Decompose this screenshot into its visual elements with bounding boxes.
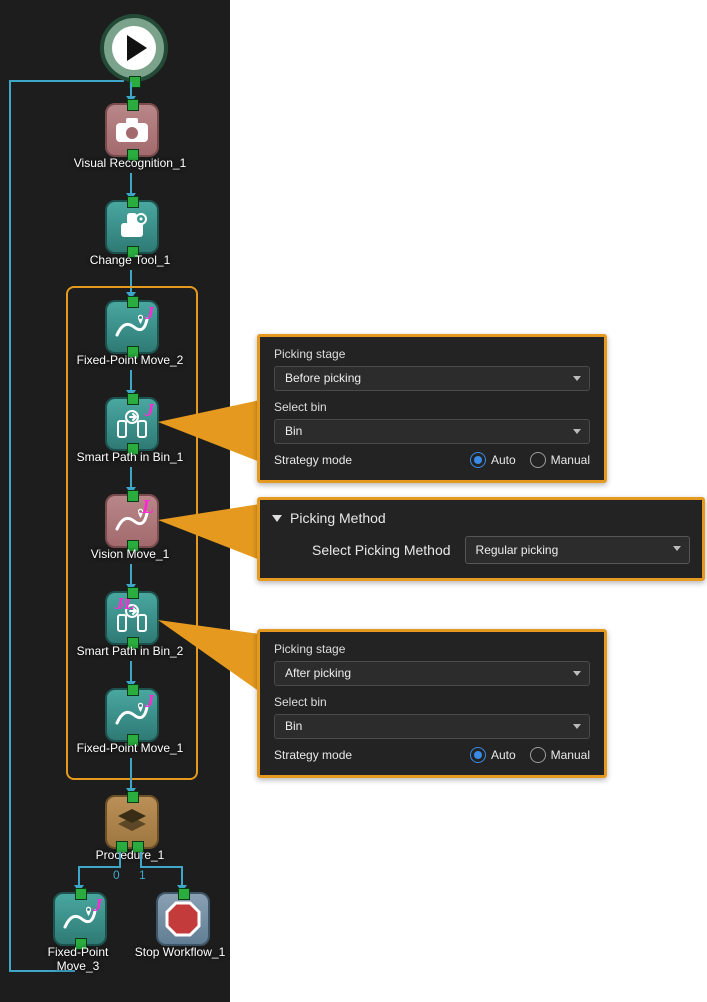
branch-index-0: 0 — [110, 868, 123, 882]
node-fixed-point-move-3[interactable]: J — [53, 892, 107, 946]
callout-pointer — [158, 400, 268, 480]
node-label: Visual Recognition_1 — [55, 156, 205, 170]
picking-stage-select[interactable]: After picking — [274, 661, 590, 686]
loop-edge-vertical — [9, 80, 11, 972]
camera-icon — [115, 117, 149, 143]
select-bin-value: Bin — [285, 719, 302, 733]
picking-method-label: Select Picking Method — [312, 542, 451, 558]
node-tag: L — [142, 496, 154, 519]
picking-method-select[interactable]: Regular picking — [465, 536, 690, 564]
node-label: Stop Workflow_1 — [130, 945, 230, 959]
node-label: Procedure_1 — [55, 848, 205, 862]
node-tag: J — [93, 895, 102, 916]
strategy-radio-auto[interactable]: Auto — [470, 747, 516, 763]
stop-icon — [164, 900, 202, 938]
callout-pointer — [158, 504, 268, 568]
collapse-triangle-icon[interactable] — [272, 515, 282, 522]
node-stop-workflow[interactable] — [156, 892, 210, 946]
chevron-down-icon — [573, 671, 581, 676]
section-title: Picking Method — [290, 510, 386, 526]
node-procedure[interactable] — [105, 795, 159, 849]
select-bin-label: Select bin — [274, 695, 590, 709]
picking-stage-select[interactable]: Before picking — [274, 366, 590, 391]
node-fixed-point-move-2[interactable]: J — [105, 300, 159, 354]
branch-index-1: 1 — [136, 868, 149, 882]
diagram-canvas: Visual Recognition_1 Change Tool_1 J Fix… — [0, 0, 707, 1002]
chevron-down-icon — [573, 376, 581, 381]
chevron-down-icon — [573, 724, 581, 729]
picking-method-value: Regular picking — [476, 543, 559, 557]
node-visual-recognition[interactable] — [105, 103, 159, 157]
select-bin-select[interactable]: Bin — [274, 419, 590, 444]
strategy-radio-manual[interactable]: Manual — [530, 747, 590, 763]
picking-stage-label: Picking stage — [274, 642, 590, 656]
strategy-mode-label: Strategy mode — [274, 748, 352, 762]
node-vision-move[interactable]: L — [105, 494, 159, 548]
select-bin-label: Select bin — [274, 400, 590, 414]
node-tag: J — [145, 691, 154, 712]
play-icon — [127, 35, 147, 61]
node-tag: J — [145, 303, 154, 324]
strategy-radio-manual[interactable]: Manual — [530, 452, 590, 468]
node-change-tool[interactable] — [105, 200, 159, 254]
node-label: Fixed-Point Move_1 — [55, 741, 205, 755]
node-smart-path-2[interactable]: J/L — [105, 591, 159, 645]
chevron-down-icon — [573, 429, 581, 434]
picking-stage-value: After picking — [285, 666, 351, 680]
strategy-mode-label: Strategy mode — [274, 453, 352, 467]
node-label: Change Tool_1 — [55, 253, 205, 267]
node-fixed-point-move-1[interactable]: J — [105, 688, 159, 742]
select-bin-select[interactable]: Bin — [274, 714, 590, 739]
layers-icon — [116, 807, 148, 837]
node-smart-path-1[interactable]: J — [105, 397, 159, 451]
robot-gear-icon — [115, 211, 149, 243]
chevron-down-icon — [673, 546, 681, 551]
callout-pointer — [158, 606, 268, 696]
panel-smart-path-1: Picking stage Before picking Select bin … — [257, 334, 607, 483]
node-label: Fixed-Point Move_3 — [28, 945, 128, 973]
picking-stage-label: Picking stage — [274, 347, 590, 361]
node-label: Fixed-Point Move_2 — [55, 353, 205, 367]
picking-stage-value: Before picking — [285, 371, 361, 385]
panel-smart-path-2: Picking stage After picking Select bin B… — [257, 629, 607, 778]
strategy-radio-auto[interactable]: Auto — [470, 452, 516, 468]
select-bin-value: Bin — [285, 424, 302, 438]
node-tag: J — [145, 400, 154, 421]
panel-picking-method: Picking Method Select Picking Method Reg… — [257, 497, 705, 581]
start-node[interactable] — [100, 14, 168, 82]
